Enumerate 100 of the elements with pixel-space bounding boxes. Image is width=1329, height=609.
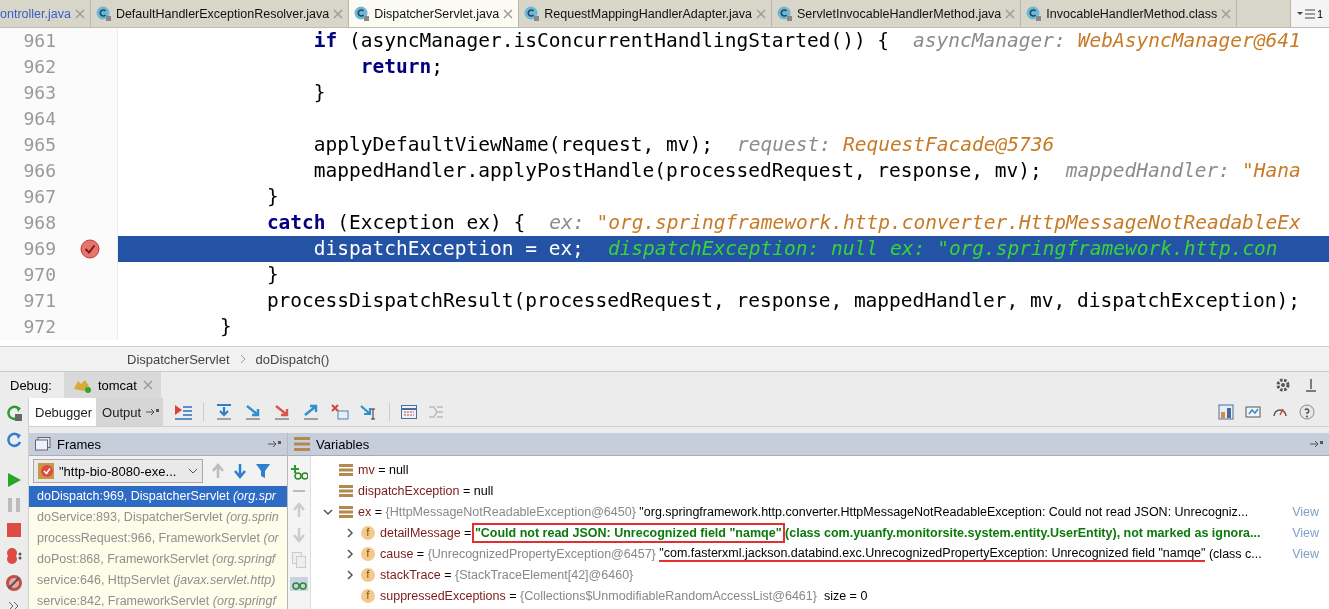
evaluate-expression-icon[interactable] xyxy=(401,405,418,419)
debugger-tab[interactable]: Debugger xyxy=(29,398,97,426)
force-step-into-icon[interactable] xyxy=(273,404,292,420)
class-icon xyxy=(95,5,112,22)
variable-value: "org.springframework.http.converter.HttpMessageNotReadableException: Could not read JSON: Unrecogniz... xyxy=(639,504,1249,519)
variable-name: dispatchException xyxy=(358,483,460,498)
code-text: } xyxy=(218,315,232,338)
line-number: 966 xyxy=(22,159,56,183)
code-text: (Exception ex) { xyxy=(336,211,526,234)
memory-icon[interactable] xyxy=(1245,404,1261,420)
editor-tab[interactable]: DispatcherServlet.java xyxy=(349,0,520,27)
code-text: } xyxy=(265,263,279,286)
show-execution-point-icon[interactable] xyxy=(174,404,193,420)
drop-frame-icon[interactable] xyxy=(331,404,350,420)
list-icon xyxy=(1296,7,1315,20)
panel-title: Variables xyxy=(316,436,370,452)
refresh-icon[interactable] xyxy=(5,431,23,449)
session-tab[interactable]: tomcat xyxy=(63,372,161,398)
chevron-right-icon[interactable] xyxy=(345,548,355,559)
settings-icon[interactable] xyxy=(1275,377,1291,393)
close-icon[interactable] xyxy=(756,8,767,19)
debugger-tab[interactable]: Output xyxy=(96,398,164,426)
variable-value: (class c... xyxy=(1207,546,1262,561)
editor-tab[interactable]: ontroller.java xyxy=(0,0,91,27)
arrow-down-icon[interactable] xyxy=(233,463,247,479)
equals-sign: = xyxy=(508,588,518,603)
code-keyword: return xyxy=(359,55,432,78)
inline-debug-hint: dispatchException: null xyxy=(607,237,878,260)
inline-debug-value: RequestFacade@5736 xyxy=(842,133,1055,156)
chevron-down-icon[interactable] xyxy=(323,506,333,517)
class-icon xyxy=(354,5,371,22)
view-breakpoints-icon[interactable] xyxy=(5,547,23,565)
step-into-icon[interactable] xyxy=(244,404,263,420)
variable-value: null xyxy=(473,483,494,498)
variable-value: null xyxy=(388,462,409,477)
variable-name: suppressedExceptions xyxy=(380,588,506,603)
restore-layout-icon[interactable] xyxy=(1218,404,1234,420)
chevron-right-icon[interactable] xyxy=(345,527,355,538)
variable-value: (class com.yuanfy.monitorsite.system.entity.UserEntity), not marked as ignora... xyxy=(784,525,1261,540)
variable-value: "Could not read JSON: Unrecognized field "namqe" xyxy=(474,525,782,540)
equals-sign: = xyxy=(443,567,453,582)
watches-icon[interactable] xyxy=(290,577,308,591)
variable-name: ex xyxy=(358,504,372,519)
more-icon[interactable] xyxy=(8,601,20,609)
code-text: } xyxy=(312,81,326,104)
stack-frame[interactable]: doDispatch:969, DispatcherServlet (org.spr xyxy=(29,486,287,507)
pin-icon[interactable] xyxy=(1309,439,1323,449)
debug-label: Debug: xyxy=(9,377,53,393)
collection-size: size = 0 xyxy=(822,588,868,603)
code-text: dispatchException = ex; xyxy=(312,237,584,260)
mute-breakpoints-icon[interactable] xyxy=(5,574,23,592)
inline-debug-hint: ex: xyxy=(889,237,926,260)
class-icon xyxy=(777,5,794,22)
variables-icon xyxy=(294,437,310,451)
code-keyword: catch xyxy=(265,211,326,234)
add-watch-icon[interactable] xyxy=(290,464,308,480)
code-keyword: if xyxy=(312,29,338,52)
chevron-down-icon xyxy=(188,467,198,475)
line-number: 962 xyxy=(22,55,56,79)
chevron-right-icon[interactable] xyxy=(345,569,355,580)
breakpoint-check-icon[interactable] xyxy=(80,239,100,259)
close-icon[interactable] xyxy=(74,8,85,19)
line-number: 970 xyxy=(22,263,56,287)
step-over-icon[interactable] xyxy=(215,404,234,420)
close-icon[interactable] xyxy=(333,8,344,19)
variable-type: {StackTraceElement[42]@6460} xyxy=(454,567,635,582)
thread-icon xyxy=(38,463,54,479)
line-number: 965 xyxy=(22,133,56,157)
variable-icon xyxy=(339,484,353,497)
code-text: mappedHandler.applyPostHandle(processedRequest, response, mv); xyxy=(312,159,1042,182)
help-icon[interactable] xyxy=(1299,404,1315,420)
thread-dropdown[interactable]: "http-bio-8080-exe... xyxy=(33,459,203,483)
close-icon[interactable] xyxy=(503,8,514,19)
pin-icon[interactable] xyxy=(267,439,281,449)
breadcrumb[interactable]: DispatcherServlet xyxy=(127,351,230,367)
equals-sign: = xyxy=(463,525,473,540)
step-out-icon[interactable] xyxy=(302,404,321,420)
rerun-icon[interactable] xyxy=(5,404,23,422)
resume-icon[interactable] xyxy=(6,472,22,488)
class-icon xyxy=(524,5,541,22)
tab-overflow-menu[interactable]: 1 xyxy=(1289,0,1329,27)
line-number: 971 xyxy=(22,289,56,313)
close-icon[interactable] xyxy=(1221,8,1232,19)
inline-debug-hint: request: xyxy=(737,133,831,156)
close-icon[interactable] xyxy=(1005,8,1016,19)
hide-panel-icon[interactable] xyxy=(1303,377,1319,393)
variable-icon xyxy=(339,505,353,518)
inline-debug-value: "org.springframework.http.con xyxy=(937,237,1278,260)
line-number: 968 xyxy=(22,211,56,235)
chevron-right-icon xyxy=(239,354,246,364)
field-icon: f xyxy=(361,567,375,582)
inline-debug-hint: mappedHandler: xyxy=(1065,159,1231,182)
equals-sign: = xyxy=(373,504,383,519)
close-icon[interactable] xyxy=(142,380,153,390)
field-icon: f xyxy=(361,588,375,603)
equals-sign: = xyxy=(415,546,426,561)
breadcrumb[interactable]: doDispatch() xyxy=(255,351,330,367)
pin-icon[interactable] xyxy=(145,407,160,417)
stop-icon[interactable] xyxy=(6,522,22,538)
filter-icon[interactable] xyxy=(255,463,271,479)
